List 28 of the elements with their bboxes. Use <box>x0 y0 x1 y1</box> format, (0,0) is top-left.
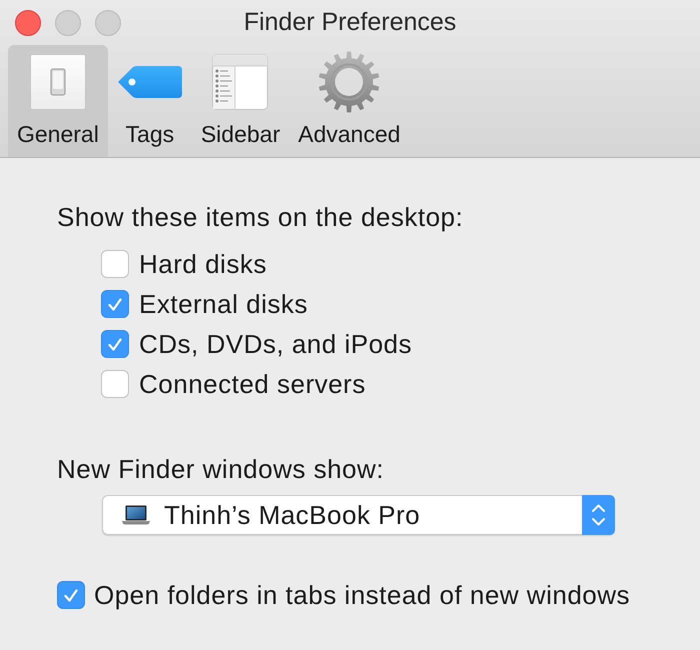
checkbox-label: CDs, DVDs, and iPods <box>139 329 412 359</box>
toolbar-tab[interactable]: General <box>8 45 108 157</box>
window-title: Finder Preferences <box>244 10 456 35</box>
toolbar-tab[interactable]: Advanced <box>289 45 410 157</box>
checkmark-icon <box>64 588 78 602</box>
checkbox[interactable] <box>101 370 129 398</box>
section-heading: Show these items on the desktop: <box>57 202 464 232</box>
checkbox[interactable] <box>101 330 129 358</box>
close-button[interactable] <box>15 10 41 36</box>
location-select[interactable]: Thinh’s MacBook Pro <box>102 495 615 535</box>
checkbox-label: Connected servers <box>139 369 366 399</box>
up-down-arrows-icon <box>582 495 615 535</box>
section-heading: New Finder windows show: <box>57 454 384 484</box>
light-switch-icon <box>30 54 86 110</box>
tag-icon <box>116 64 183 100</box>
checkbox[interactable] <box>101 250 129 278</box>
checkbox-label: Hard disks <box>139 249 267 279</box>
toolbar-tab[interactable]: Tags <box>108 45 192 157</box>
checkmark-icon <box>108 298 122 310</box>
laptop-icon <box>122 505 150 525</box>
checkmark-icon <box>108 338 122 350</box>
gear-icon <box>318 51 380 113</box>
checkbox-label: Open folders in tabs instead of new windows <box>94 580 630 610</box>
sidebar-window-icon <box>212 54 268 110</box>
checkbox-label: External disks <box>139 289 308 319</box>
checkbox[interactable] <box>57 581 85 609</box>
toolbar-tab[interactable]: Sidebar <box>192 45 290 157</box>
checkbox[interactable] <box>101 290 129 318</box>
